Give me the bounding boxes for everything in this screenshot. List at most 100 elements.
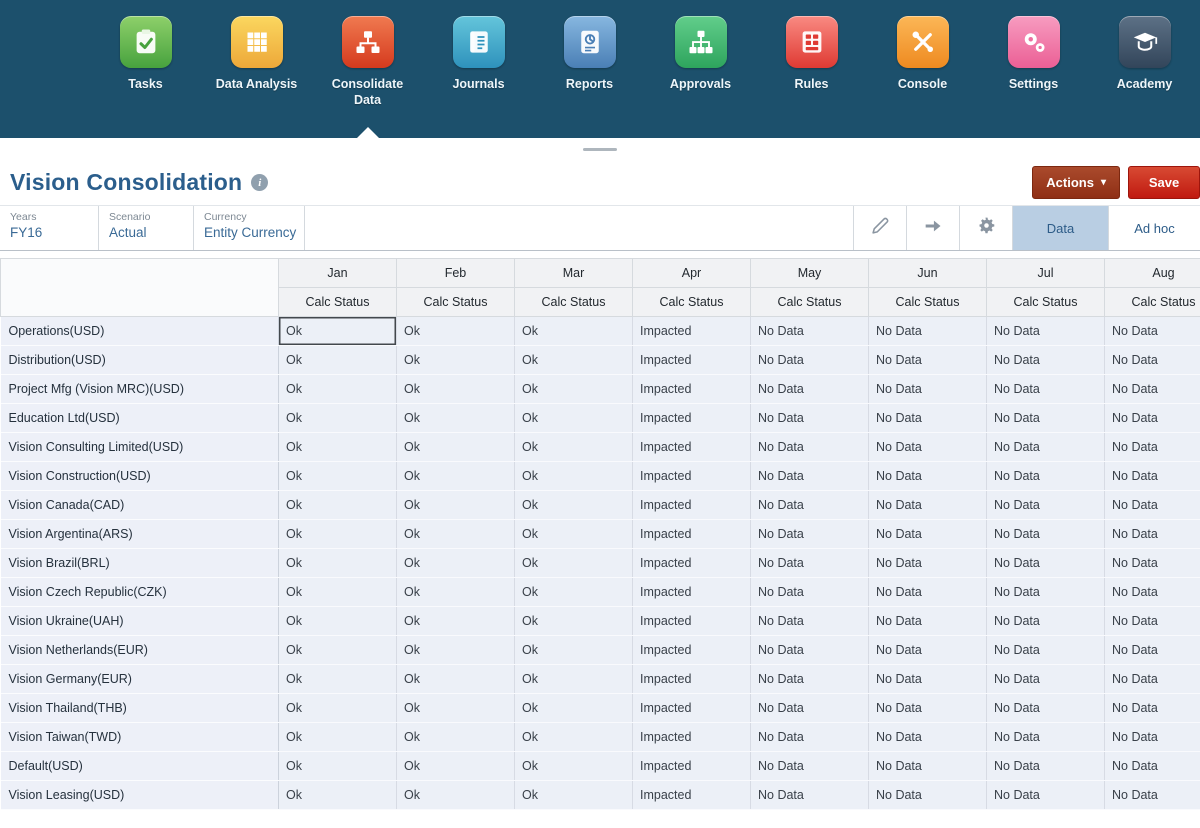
status-cell[interactable]: No Data: [869, 723, 987, 752]
status-cell[interactable]: No Data: [987, 375, 1105, 404]
status-cell[interactable]: No Data: [1105, 520, 1200, 549]
status-cell[interactable]: No Data: [987, 723, 1105, 752]
status-cell[interactable]: Impacted: [633, 491, 751, 520]
status-cell[interactable]: No Data: [869, 607, 987, 636]
status-cell[interactable]: Ok: [515, 607, 633, 636]
status-cell[interactable]: No Data: [869, 694, 987, 723]
status-cell[interactable]: Ok: [397, 665, 515, 694]
status-cell[interactable]: No Data: [987, 346, 1105, 375]
status-cell[interactable]: Ok: [515, 433, 633, 462]
status-cell[interactable]: Ok: [515, 781, 633, 810]
row-header[interactable]: Operations(USD): [1, 317, 279, 346]
status-cell[interactable]: Impacted: [633, 607, 751, 636]
status-cell[interactable]: No Data: [869, 781, 987, 810]
row-header[interactable]: Vision Argentina(ARS): [1, 520, 279, 549]
subheader-aug-calc-status[interactable]: Calc Status: [1105, 288, 1200, 317]
status-cell[interactable]: No Data: [1105, 781, 1200, 810]
pov-scenario[interactable]: Scenario Actual: [99, 206, 194, 250]
status-cell[interactable]: No Data: [987, 404, 1105, 433]
status-cell[interactable]: Impacted: [633, 723, 751, 752]
status-cell[interactable]: Ok: [515, 578, 633, 607]
subheader-mar-calc-status[interactable]: Calc Status: [515, 288, 633, 317]
row-header[interactable]: Vision Thailand(THB): [1, 694, 279, 723]
status-cell[interactable]: Ok: [279, 694, 397, 723]
status-cell[interactable]: No Data: [751, 752, 869, 781]
status-cell[interactable]: No Data: [987, 607, 1105, 636]
status-cell[interactable]: Ok: [515, 665, 633, 694]
status-cell[interactable]: No Data: [1105, 578, 1200, 607]
status-cell[interactable]: Impacted: [633, 549, 751, 578]
status-cell[interactable]: No Data: [751, 549, 869, 578]
status-cell[interactable]: Ok: [515, 549, 633, 578]
nav-item-approvals[interactable]: Approvals: [645, 0, 756, 138]
status-cell[interactable]: No Data: [869, 578, 987, 607]
status-cell[interactable]: No Data: [1105, 665, 1200, 694]
status-cell[interactable]: Impacted: [633, 462, 751, 491]
row-header[interactable]: Vision Germany(EUR): [1, 665, 279, 694]
status-cell[interactable]: Ok: [397, 375, 515, 404]
status-cell[interactable]: Ok: [515, 752, 633, 781]
status-cell[interactable]: No Data: [751, 491, 869, 520]
nav-item-academy[interactable]: Academy: [1089, 0, 1200, 138]
tab-ad-hoc[interactable]: Ad hoc: [1108, 206, 1200, 250]
row-header[interactable]: Vision Canada(CAD): [1, 491, 279, 520]
status-cell[interactable]: Ok: [515, 462, 633, 491]
subheader-jul-calc-status[interactable]: Calc Status: [987, 288, 1105, 317]
status-cell[interactable]: Ok: [515, 404, 633, 433]
status-cell[interactable]: No Data: [1105, 346, 1200, 375]
status-cell[interactable]: Ok: [397, 752, 515, 781]
nav-item-consolidate-data[interactable]: Consolidate Data: [312, 0, 423, 138]
row-header[interactable]: Vision Construction(USD): [1, 462, 279, 491]
status-cell[interactable]: No Data: [869, 317, 987, 346]
status-cell[interactable]: Impacted: [633, 752, 751, 781]
status-cell[interactable]: No Data: [869, 636, 987, 665]
status-cell[interactable]: Ok: [279, 549, 397, 578]
nav-item-reports[interactable]: Reports: [534, 0, 645, 138]
nav-item-tasks[interactable]: Tasks: [90, 0, 201, 138]
column-header-jul[interactable]: Jul: [987, 259, 1105, 288]
status-cell[interactable]: No Data: [751, 607, 869, 636]
status-cell[interactable]: No Data: [987, 491, 1105, 520]
row-header[interactable]: Default(USD): [1, 752, 279, 781]
row-header[interactable]: Distribution(USD): [1, 346, 279, 375]
status-cell[interactable]: Ok: [397, 636, 515, 665]
status-cell[interactable]: Impacted: [633, 317, 751, 346]
nav-item-console[interactable]: Console: [867, 0, 978, 138]
status-cell[interactable]: Ok: [279, 723, 397, 752]
status-cell[interactable]: Ok: [279, 752, 397, 781]
status-cell[interactable]: No Data: [869, 375, 987, 404]
status-cell[interactable]: No Data: [987, 694, 1105, 723]
nav-item-data-analysis[interactable]: Data Analysis: [201, 0, 312, 138]
status-cell[interactable]: No Data: [751, 375, 869, 404]
status-cell[interactable]: No Data: [869, 520, 987, 549]
status-cell[interactable]: Ok: [397, 781, 515, 810]
status-cell[interactable]: No Data: [987, 636, 1105, 665]
row-header[interactable]: Vision Ukraine(UAH): [1, 607, 279, 636]
actions-button[interactable]: Actions ▾: [1032, 166, 1120, 199]
status-cell[interactable]: Ok: [279, 404, 397, 433]
status-cell[interactable]: Ok: [279, 578, 397, 607]
status-cell[interactable]: Ok: [279, 520, 397, 549]
status-cell[interactable]: Ok: [515, 375, 633, 404]
status-cell[interactable]: Ok: [279, 636, 397, 665]
status-cell[interactable]: Ok: [397, 607, 515, 636]
row-header[interactable]: Vision Leasing(USD): [1, 781, 279, 810]
nav-item-rules[interactable]: Rules: [756, 0, 867, 138]
status-cell[interactable]: No Data: [751, 665, 869, 694]
status-cell[interactable]: Ok: [397, 491, 515, 520]
status-cell[interactable]: No Data: [1105, 694, 1200, 723]
status-cell[interactable]: No Data: [751, 404, 869, 433]
status-cell[interactable]: Ok: [397, 346, 515, 375]
pov-years[interactable]: Years FY16: [0, 206, 99, 250]
nav-item-settings[interactable]: Settings: [978, 0, 1089, 138]
status-cell[interactable]: No Data: [1105, 375, 1200, 404]
status-cell[interactable]: No Data: [1105, 607, 1200, 636]
status-cell[interactable]: Ok: [515, 723, 633, 752]
row-header[interactable]: Education Ltd(USD): [1, 404, 279, 433]
status-cell[interactable]: No Data: [751, 346, 869, 375]
row-header[interactable]: Vision Brazil(BRL): [1, 549, 279, 578]
status-cell[interactable]: Impacted: [633, 694, 751, 723]
status-cell[interactable]: Impacted: [633, 636, 751, 665]
status-cell[interactable]: No Data: [751, 694, 869, 723]
status-cell[interactable]: No Data: [869, 346, 987, 375]
